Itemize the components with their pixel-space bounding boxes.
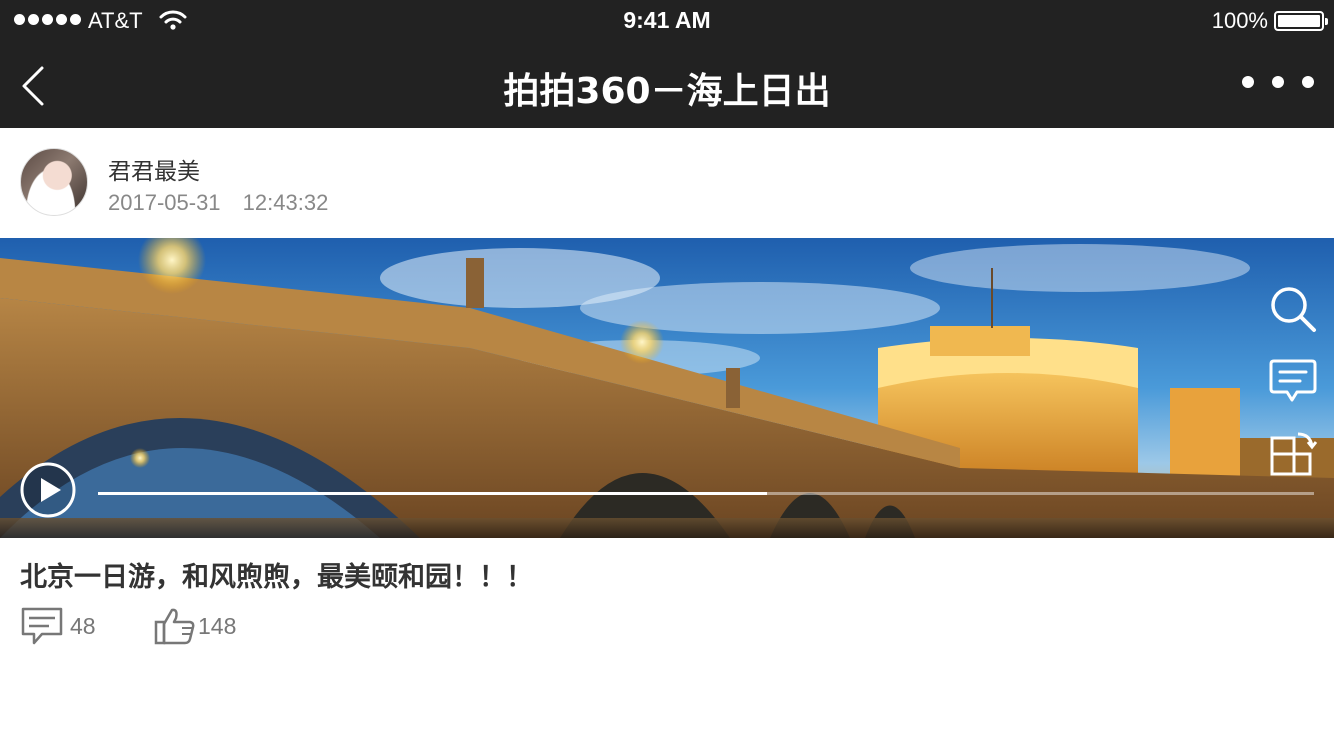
play-button-icon[interactable] [20,462,76,518]
more-dot-icon [1272,76,1284,88]
video-progress-fill [98,492,767,495]
post-caption: 北京一日游，和风煦煦，最美颐和园！！！ [20,562,533,593]
post-date: 2017-05-31 [108,190,221,215]
like-count-button[interactable]: 148 [154,606,236,646]
battery-icon [1274,11,1328,31]
status-bar: AT&T 9:41 AM 100% [0,0,1334,40]
search-icon[interactable] [1268,284,1318,334]
post-time: 12:43:32 [242,190,329,215]
avatar[interactable] [20,148,88,216]
rotate-screen-icon[interactable] [1268,428,1318,478]
video-progress-bar[interactable] [98,492,1314,495]
navigation-bar: 拍拍360－海上日出 [0,40,1334,128]
page-title: 拍拍360－海上日出 [503,71,831,112]
post-timestamp: 2017-05-31 12:43:32 [108,190,328,216]
comment-count-button[interactable]: 48 [20,606,96,646]
like-count: 148 [198,612,237,639]
post-author-header: 君君最美 2017-05-31 12:43:32 [0,128,1334,238]
comment-count: 48 [70,612,96,639]
thumbs-up-icon [154,608,195,645]
more-dot-icon [1242,76,1254,88]
clock: 9:41 AM [623,7,711,33]
battery-percent: 100% [1211,8,1268,33]
comment-bubble-icon[interactable] [1268,356,1318,406]
more-options-button[interactable] [1242,76,1314,88]
comment-icon [21,607,63,645]
video-player[interactable] [0,238,1334,538]
more-dot-icon [1302,76,1314,88]
author-name[interactable]: 君君最美 [108,152,200,186]
